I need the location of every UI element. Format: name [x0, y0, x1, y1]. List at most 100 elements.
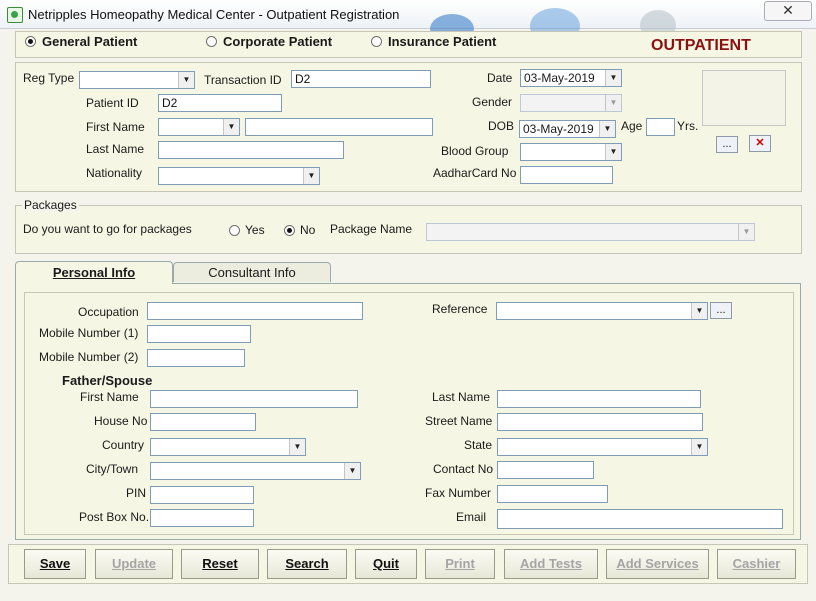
nationality-label: Nationality [86, 166, 143, 180]
transaction-id-field[interactable]: D2 [291, 70, 431, 88]
pin-field[interactable] [150, 486, 254, 504]
chevron-down-icon[interactable]: ▼ [738, 224, 754, 240]
search-button-label: Search [285, 556, 329, 571]
title-bar: Netripples Homeopathy Medical Center - O… [0, 0, 816, 44]
mobile2-field[interactable] [147, 349, 245, 367]
close-button[interactable]: ✕ [764, 1, 812, 21]
window-title: Netripples Homeopathy Medical Center - O… [28, 7, 400, 22]
state-label: State [464, 438, 493, 452]
city-select[interactable]: ▼ [150, 462, 361, 480]
gender-label: Gender [472, 95, 513, 109]
chevron-down-icon[interactable]: ▼ [223, 119, 239, 135]
tab-personal-info-label: Personal Info [52, 265, 136, 280]
chevron-down-icon[interactable]: ▼ [605, 144, 621, 160]
aadhar-field[interactable] [520, 166, 613, 184]
search-button[interactable]: Search [267, 549, 347, 579]
date-picker[interactable]: 03-May-2019 ▼ [520, 69, 622, 87]
nationality-select[interactable]: ▼ [158, 167, 320, 185]
add-tests-button[interactable]: Add Tests [504, 549, 598, 579]
pin-label: PIN [126, 486, 147, 500]
age-label: Age [621, 119, 643, 133]
country-label: Country [102, 438, 145, 452]
chevron-down-icon[interactable]: ▼ [605, 70, 621, 86]
chevron-down-icon[interactable]: ▼ [303, 168, 319, 184]
save-button[interactable]: Save [24, 549, 86, 579]
chevron-down-icon[interactable]: ▼ [691, 303, 707, 319]
email-label: Email [456, 510, 487, 524]
radio-corporate-patient[interactable] [206, 36, 217, 47]
last-name-label: Last Name [86, 142, 145, 156]
dob-value: 03-May-2019 [523, 122, 594, 136]
radio-corporate-patient-label[interactable]: Corporate Patient [223, 34, 332, 49]
date-label: Date [487, 71, 513, 85]
first-name-label: First Name [86, 120, 145, 134]
post-box-field[interactable] [150, 509, 254, 527]
contact-no-field[interactable] [497, 461, 594, 479]
fs-last-name-label: Last Name [432, 390, 491, 404]
quit-button[interactable]: Quit [355, 549, 417, 579]
package-name-select[interactable]: ▼ [426, 223, 755, 241]
mobile2-label: Mobile Number (2) [39, 350, 139, 364]
post-box-label: Post Box No. [79, 510, 150, 524]
radio-packages-yes[interactable] [229, 225, 240, 236]
reg-type-select[interactable]: ▼ [79, 71, 195, 89]
radio-packages-no-label[interactable]: No [300, 223, 315, 237]
radio-packages-yes-label[interactable]: Yes [245, 223, 265, 237]
radio-general-patient-label[interactable]: General Patient [42, 34, 137, 49]
state-select[interactable]: ▼ [497, 438, 708, 456]
dob-picker[interactable]: 03-May-2019 ▼ [519, 120, 616, 138]
chevron-down-icon[interactable]: ▼ [178, 72, 194, 88]
street-name-label: Street Name [425, 414, 493, 428]
blood-group-select[interactable]: ▼ [520, 143, 622, 161]
country-select[interactable]: ▼ [150, 438, 306, 456]
tab-consultant-info[interactable]: Consultant Info [173, 262, 331, 282]
fs-first-name-field[interactable] [150, 390, 358, 408]
chevron-down-icon[interactable]: ▼ [344, 463, 360, 479]
occupation-field[interactable] [147, 302, 363, 320]
browse-photo-button[interactable]: ... [716, 136, 738, 153]
packages-legend: Packages [22, 198, 79, 212]
app-icon [7, 7, 23, 23]
dob-label: DOB [488, 119, 515, 133]
save-button-label: Save [39, 556, 71, 571]
update-button[interactable]: Update [95, 549, 173, 579]
chevron-down-icon[interactable]: ▼ [599, 121, 615, 137]
fs-first-name-label: First Name [80, 390, 139, 404]
house-no-field[interactable] [150, 413, 256, 431]
radio-insurance-patient[interactable] [371, 36, 382, 47]
add-services-button[interactable]: Add Services [606, 549, 709, 579]
transaction-id-label: Transaction ID [204, 73, 282, 87]
chevron-down-icon[interactable]: ▼ [691, 439, 707, 455]
fax-field[interactable] [497, 485, 608, 503]
print-button[interactable]: Print [425, 549, 495, 579]
email-field[interactable] [497, 509, 783, 529]
first-name-field[interactable] [245, 118, 433, 136]
mobile1-field[interactable] [147, 325, 251, 343]
chevron-down-icon[interactable]: ▼ [289, 439, 305, 455]
radio-insurance-patient-label[interactable]: Insurance Patient [388, 34, 496, 49]
age-field[interactable] [646, 118, 675, 136]
gender-select[interactable]: ▼ [520, 94, 622, 112]
fs-last-name-field[interactable] [497, 390, 701, 408]
title-prefix-select[interactable]: ▼ [158, 118, 240, 136]
package-name-label: Package Name [330, 222, 413, 236]
radio-general-patient[interactable] [25, 36, 36, 47]
reference-select[interactable]: ▼ [496, 302, 708, 320]
update-button-label: Update [111, 556, 157, 571]
reset-button-label: Reset [202, 556, 238, 571]
yrs-label: Yrs. [677, 119, 699, 133]
patient-id-field[interactable]: D2 [158, 94, 282, 112]
packages-question: Do you want to go for packages [23, 222, 192, 236]
tab-consultant-info-label: Consultant Info [208, 265, 296, 280]
tab-personal-info[interactable]: Personal Info [15, 261, 173, 284]
cashier-button[interactable]: Cashier [717, 549, 796, 579]
patient-id-label: Patient ID [86, 96, 139, 110]
chevron-down-icon[interactable]: ▼ [605, 95, 621, 111]
reset-button[interactable]: Reset [181, 549, 259, 579]
remove-photo-button[interactable]: ✕ [749, 135, 771, 152]
street-name-field[interactable] [497, 413, 703, 431]
reference-browse-button[interactable]: ... [710, 302, 732, 319]
patient-photo-box [702, 70, 786, 126]
last-name-field[interactable] [158, 141, 344, 159]
radio-packages-no[interactable] [284, 225, 295, 236]
